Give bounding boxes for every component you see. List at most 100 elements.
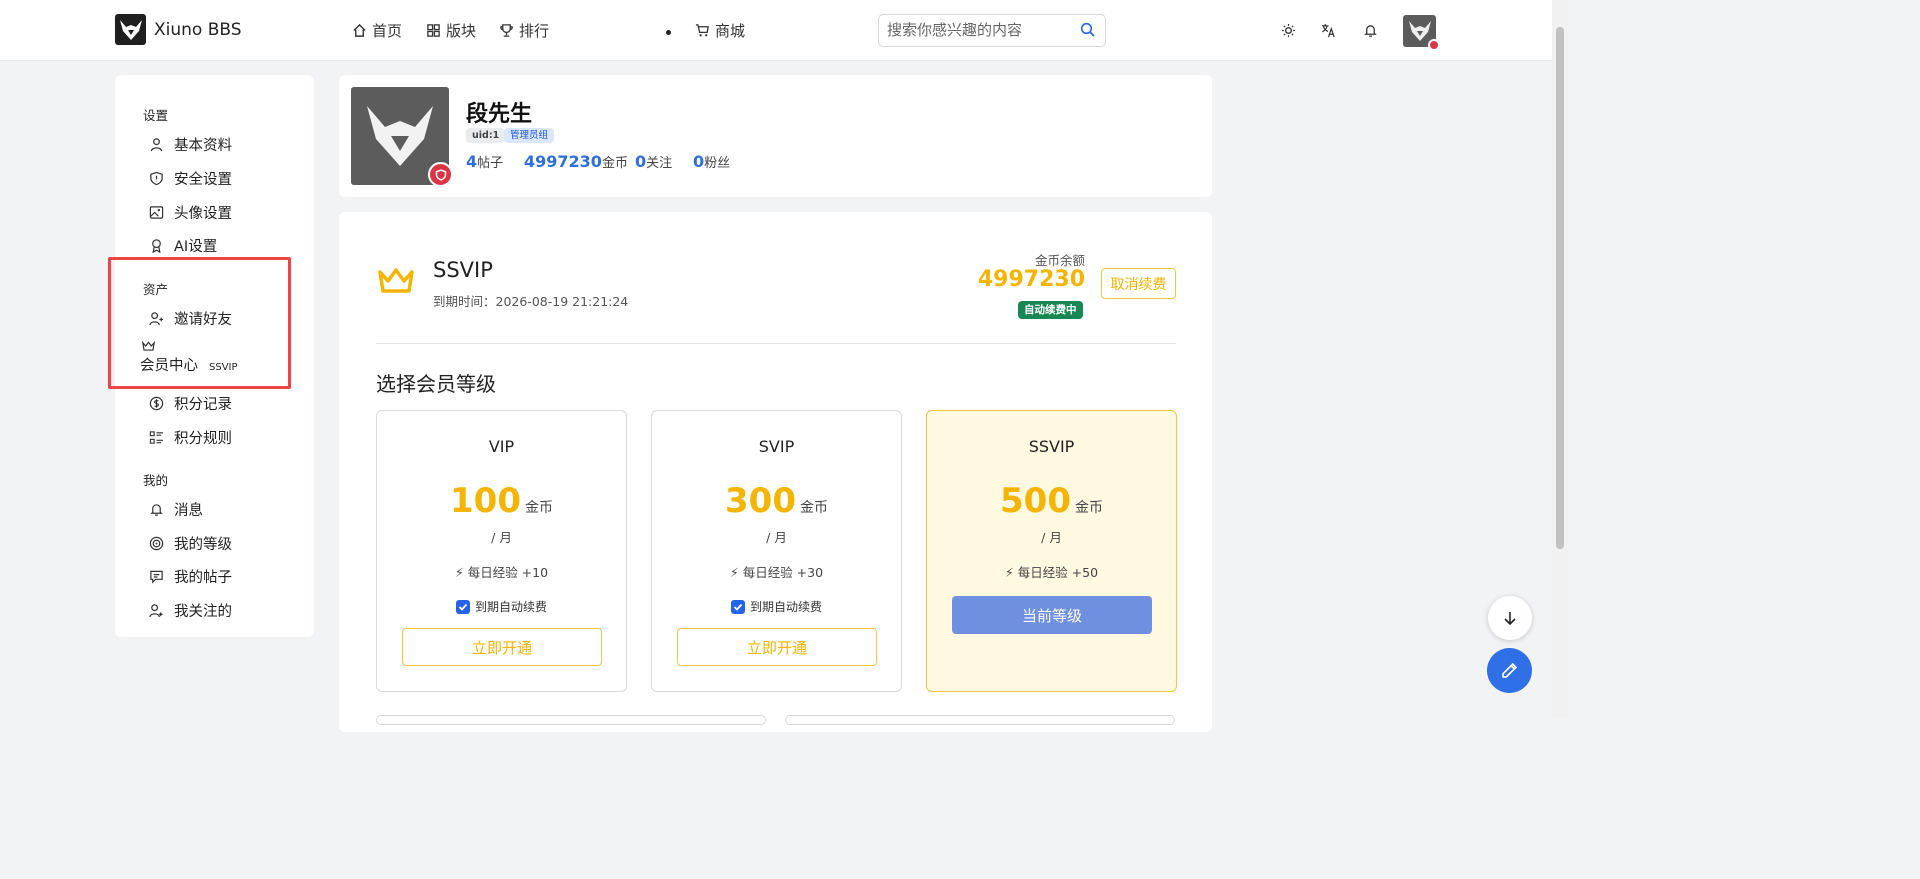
nav-label: 首页 [372, 22, 403, 40]
sidebar-item-points-log[interactable]: 积分记录 [149, 393, 232, 414]
open-svip-button[interactable]: 立即开通 [677, 628, 877, 666]
pencil-icon [1502, 662, 1518, 678]
divider [376, 343, 1176, 344]
profile-card: 段先生 uid:1 管理员组 4帖子 4997230金币 0关注 0粉丝 [339, 75, 1212, 197]
notifications-button[interactable] [1362, 22, 1379, 39]
award-icon [152, 239, 161, 253]
level-icon [149, 536, 164, 551]
site-name: Xiuno BBS [154, 19, 242, 40]
stat-value: 0 [635, 152, 647, 171]
bolt-icon: ⚡ [1004, 565, 1014, 580]
shield-icon [435, 168, 446, 181]
cancel-renew-button[interactable]: 取消续费 [1101, 268, 1176, 299]
profile-name: 段先生 [466, 102, 533, 127]
stat-posts[interactable]: 4帖子 [466, 152, 503, 171]
scrollbar-thumb[interactable] [1556, 27, 1564, 549]
sidebar-item-following[interactable]: 我关注的 [149, 600, 232, 621]
price-value: 300 [725, 481, 796, 521]
nav-ranking[interactable]: 排行 [499, 20, 549, 41]
user-follow-icon [149, 604, 163, 618]
message-icon [150, 570, 163, 584]
sidebar-item-profile[interactable]: 基本资料 [149, 134, 232, 155]
sidebar-item-points-rules[interactable]: 积分规则 [149, 427, 232, 448]
nav-home[interactable]: 首页 [352, 20, 402, 41]
nav-shop[interactable]: 商城 [695, 20, 745, 41]
highlight-box [108, 257, 291, 389]
price-unit: 金币 [524, 500, 553, 516]
bolt-icon: ⚡ [729, 565, 739, 580]
next-card-right [785, 715, 1175, 725]
plan-period: / 月 [766, 530, 787, 545]
user-avatar[interactable] [1403, 15, 1440, 51]
plan-price: 500 金币 [927, 481, 1176, 521]
nav-label: 版块 [446, 22, 477, 40]
sidebar-item-label: 我的等级 [174, 537, 232, 553]
plan-exp-text: 每日经验 +50 [1017, 565, 1099, 580]
plan-exp: ⚡ 每日经验 +30 [652, 562, 901, 581]
stat-label: 帖子 [477, 156, 504, 171]
sidebar-item-my-posts[interactable]: 我的帖子 [149, 566, 232, 587]
balance-value: 4997230 [977, 267, 1085, 292]
logo-icon [115, 14, 146, 45]
auto-renew-checkbox[interactable]: 到期自动续费 [652, 598, 901, 615]
trophy-icon [500, 24, 513, 37]
stat-label: 金币 [601, 156, 628, 171]
plan-price: 100 金币 [377, 481, 626, 521]
sidebar-item-label: 积分规则 [174, 431, 232, 447]
search-box [878, 14, 1106, 47]
search-input[interactable] [887, 21, 1067, 39]
language-toggle[interactable] [1320, 22, 1337, 39]
current-level-button[interactable]: 当前等级 [952, 596, 1152, 634]
section-mine: 我的 [143, 473, 169, 488]
nav-label: 商城 [715, 22, 746, 40]
sidebar-item-avatar[interactable]: 头像设置 [149, 202, 232, 223]
sidebar-item-label: 积分记录 [174, 397, 232, 413]
sidebar-item-messages[interactable]: 消息 [149, 499, 203, 520]
plan-name: SVIP [758, 437, 795, 456]
open-vip-button[interactable]: 立即开通 [402, 628, 602, 666]
section-settings: 设置 [143, 108, 169, 123]
sidebar-item-label: 我的帖子 [174, 570, 232, 586]
sidebar-item-label: 基本资料 [174, 138, 232, 154]
admin-shield-badge [428, 162, 453, 187]
page-scrollbar[interactable] [1552, 0, 1568, 718]
sun-icon [1281, 23, 1296, 38]
admin-badge [1428, 39, 1440, 51]
group-tag[interactable]: 管理员组 [504, 128, 555, 143]
sidebar-item-level[interactable]: 我的等级 [149, 533, 232, 554]
auto-renew-label: 到期自动续费 [749, 600, 822, 614]
price-unit: 金币 [1074, 500, 1103, 516]
auto-renew-checkbox[interactable]: 到期自动续费 [377, 598, 626, 615]
list-icon [149, 431, 164, 444]
site-logo[interactable]: Xiuno BBS [115, 14, 242, 45]
user-icon [150, 138, 163, 152]
sidebar-item-security[interactable]: 安全设置 [149, 168, 232, 189]
bell-icon [150, 504, 163, 516]
bell-icon [1364, 25, 1377, 37]
plan-exp: ⚡ 每日经验 +50 [927, 562, 1176, 581]
plan-card-ssvip: SSVIP 500 金币 / 月 ⚡ 每日经验 +50 当前等级 [926, 410, 1177, 692]
new-post-button[interactable] [1487, 648, 1532, 693]
grid-icon [427, 24, 440, 37]
plan-exp: ⚡ 每日经验 +10 [377, 562, 626, 581]
search-icon[interactable] [1080, 22, 1096, 38]
nav-dot [666, 30, 671, 35]
plan-exp-text: 每日经验 +30 [742, 565, 824, 580]
sidebar-item-label: 安全设置 [174, 172, 232, 188]
stat-coins[interactable]: 4997230金币 [524, 152, 628, 171]
stat-followers[interactable]: 0粉丝 [693, 152, 730, 171]
nav-label: 排行 [519, 22, 550, 40]
plan-name: VIP [488, 437, 515, 456]
checkbox-checked-icon [730, 599, 745, 614]
sidebar-item-ai[interactable]: AI设置 [149, 235, 217, 256]
stat-following[interactable]: 0关注 [635, 152, 672, 171]
crown-icon [378, 268, 414, 293]
theme-toggle[interactable] [1280, 22, 1297, 39]
nav-forums[interactable]: 版块 [426, 20, 476, 41]
stat-value: 0 [693, 152, 705, 171]
plan-price: 300 金币 [652, 481, 901, 521]
image-icon [149, 206, 164, 219]
sidebar-item-label: 消息 [174, 503, 203, 519]
expire-time: 到期时间：2026-08-19 21:21:24 [433, 294, 629, 309]
scroll-down-button[interactable] [1488, 596, 1532, 640]
